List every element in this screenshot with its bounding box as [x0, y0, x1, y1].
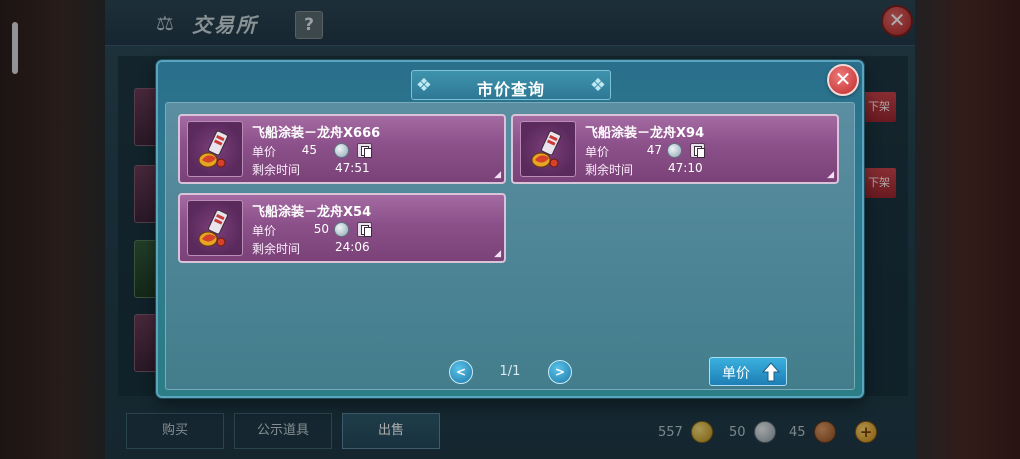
price-value: 50	[313, 222, 329, 236]
time-remaining: 47:51	[335, 161, 370, 175]
page-indicator: 1/1	[499, 364, 521, 379]
corner-icon: ◢	[494, 170, 501, 180]
item-icon	[187, 121, 243, 177]
item-icon	[187, 200, 243, 256]
time-label: 剩余时间	[252, 242, 301, 256]
price-label: 单价	[252, 224, 277, 238]
sort-by-price-button[interactable]: 单价	[709, 357, 787, 386]
price-label: 单价	[252, 145, 277, 159]
price-value: 47	[646, 143, 662, 157]
dragon-boat-paint-icon	[531, 130, 561, 168]
listing-card[interactable]: 飞船涂装－龙舟X666 单价 剩余时间 45 47:51 ◢	[178, 114, 506, 184]
dialog-title: 市价查询	[476, 80, 545, 99]
silver-coin-icon	[334, 222, 349, 237]
dragon-boat-paint-icon	[198, 130, 228, 168]
time-label: 剩余时间	[585, 163, 634, 177]
dialog-title-bar: ❖ 市价查询 ❖	[411, 70, 611, 100]
copy-icon[interactable]	[690, 143, 705, 158]
next-page-button[interactable]: >	[548, 360, 572, 384]
item-name: 飞船涂装－龙舟X54	[252, 205, 372, 220]
listing-card[interactable]: 飞船涂装－龙舟X54 单价 剩余时间 50 24:06 ◢	[178, 193, 506, 263]
corner-icon: ◢	[827, 170, 834, 180]
sort-label: 单价	[722, 366, 750, 382]
time-remaining: 47:10	[668, 161, 703, 175]
copy-icon[interactable]	[357, 143, 372, 158]
listing-card[interactable]: 飞船涂装－龙舟X94 单价 剩余时间 47 47:10 ◢	[511, 114, 839, 184]
ornament-right-icon: ❖	[589, 75, 607, 96]
item-name: 飞船涂装－龙舟X666	[252, 126, 381, 141]
price-label: 单价	[585, 145, 610, 159]
price-value: 45	[301, 143, 317, 157]
corner-icon: ◢	[494, 249, 501, 259]
prev-page-button[interactable]: <	[449, 360, 473, 384]
time-label: 剩余时间	[252, 163, 301, 177]
silver-coin-icon	[334, 143, 349, 158]
copy-icon[interactable]	[357, 222, 372, 237]
silver-coin-icon	[667, 143, 682, 158]
item-name: 飞船涂装－龙舟X94	[585, 126, 705, 141]
dialog-close-button[interactable]: ✕	[827, 64, 859, 96]
arrow-up-icon	[762, 362, 780, 382]
dragon-boat-paint-icon	[198, 209, 228, 247]
item-icon	[520, 121, 576, 177]
time-remaining: 24:06	[335, 240, 370, 254]
